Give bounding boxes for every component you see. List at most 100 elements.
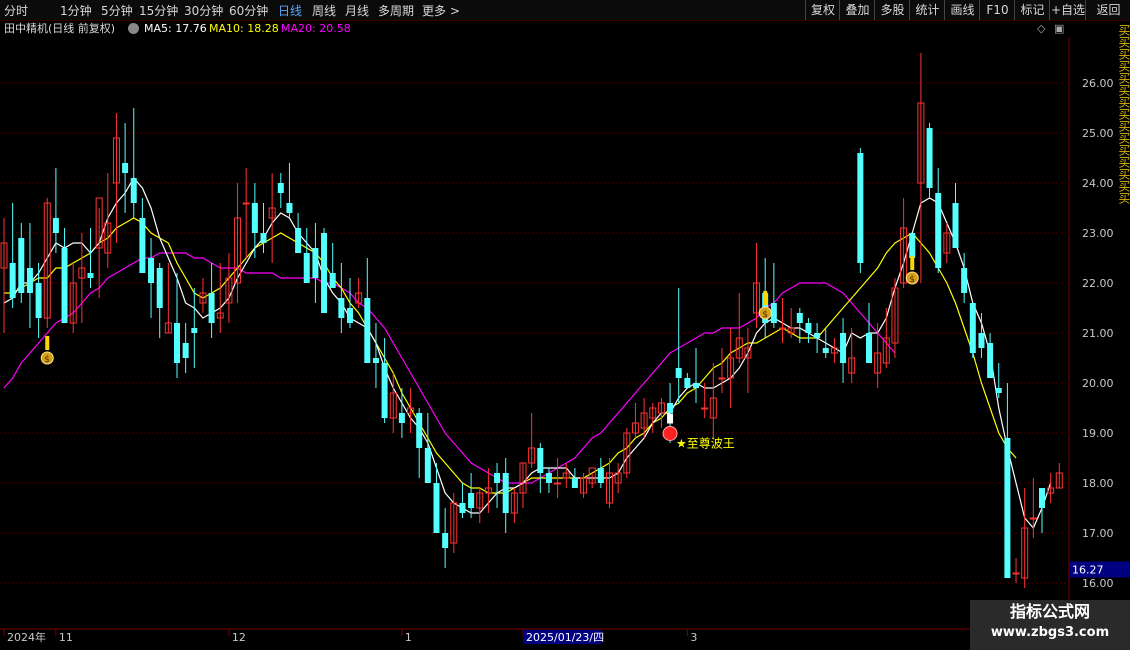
candle-body-down xyxy=(277,183,284,193)
candle-body-down xyxy=(381,363,388,418)
candle-body-down xyxy=(312,248,319,278)
buy-signal-label: ★至尊波王 xyxy=(676,436,735,451)
candle-body-down xyxy=(61,248,68,323)
candle-body-down xyxy=(295,228,302,253)
kline-svg: 16.00 17.00 18.00 19.00 20.00 21.00 22.00 23.00… xyxy=(0,38,1130,650)
period-tab-multi[interactable]: 多周期 xyxy=(378,2,414,19)
candle-body-down xyxy=(693,383,699,388)
date-label: 11 xyxy=(59,631,73,644)
candle-body-down xyxy=(597,468,604,483)
back-button[interactable]: 返回 xyxy=(1085,0,1130,20)
period-tab-fenshi[interactable]: 分时 xyxy=(4,2,28,19)
candle-body-up xyxy=(1012,572,1020,575)
diamond-icon[interactable]: ◇ xyxy=(1037,20,1045,38)
period-tab-weekly[interactable]: 周线 xyxy=(312,2,336,19)
candle-body-down xyxy=(814,333,821,338)
candle-body-down xyxy=(191,328,198,333)
candle-body-down xyxy=(926,128,933,188)
ma20-label: MA20: 20.58 xyxy=(281,22,351,35)
period-tab-15min[interactable]: 15分钟 xyxy=(139,2,178,19)
money-bag-symbol: $ xyxy=(762,310,768,320)
buy-signal-icon xyxy=(662,426,678,441)
candle-body-down xyxy=(822,348,829,353)
ma5-label: MA5: 17.76 xyxy=(144,22,207,35)
candle-body-down xyxy=(805,323,812,333)
period-tab-more[interactable]: 更多 > xyxy=(422,2,460,19)
candle-body-down xyxy=(433,483,440,533)
date-label: 12 xyxy=(232,631,246,644)
ma5-line xyxy=(3,176,1052,530)
signal-bar xyxy=(910,256,915,270)
candle-body-down xyxy=(424,448,431,483)
candle-body-down xyxy=(208,293,215,323)
candle-body-up xyxy=(779,327,786,330)
signal-bar xyxy=(763,291,768,305)
candle-body-down xyxy=(796,313,803,323)
candle-body-down xyxy=(866,333,872,363)
candle-body-down xyxy=(303,253,310,283)
period-tab-60min[interactable]: 60分钟 xyxy=(229,2,268,19)
period-tab-monthly[interactable]: 月线 xyxy=(345,2,369,19)
candle-body-down xyxy=(537,448,544,473)
candle-body-down xyxy=(9,263,16,298)
candle-body-down xyxy=(952,203,959,248)
candle-body-up xyxy=(1029,517,1037,520)
candle-body-up xyxy=(242,202,250,205)
mark-button[interactable]: 标记 xyxy=(1014,0,1050,20)
multi-stock-button[interactable]: 多股 xyxy=(874,0,910,20)
ma20-line xyxy=(3,252,896,484)
candle-body-down xyxy=(364,298,371,363)
candle-body-down xyxy=(251,203,258,233)
window-icon[interactable]: ▣ xyxy=(1054,20,1064,38)
candle-body-down xyxy=(182,343,189,358)
watermark: 指标公式网 www.zbgs3.com xyxy=(970,600,1130,650)
statistics-button[interactable]: 统计 xyxy=(909,0,945,20)
candle-body-down xyxy=(468,493,475,508)
draw-line-button[interactable]: 画线 xyxy=(944,0,980,20)
y-tick-label: 26.00 xyxy=(1082,77,1114,90)
add-watchlist-button[interactable]: +自选 xyxy=(1049,0,1086,20)
watermark-url: www.zbgs3.com xyxy=(990,625,1110,640)
watermark-title: 指标公式网 xyxy=(1009,602,1090,621)
y-tick-label: 20.00 xyxy=(1082,377,1114,390)
period-tab-1min[interactable]: 1分钟 xyxy=(60,2,92,19)
candle-body-down xyxy=(148,258,155,283)
candle-body-down xyxy=(502,473,509,513)
candle-body-up xyxy=(718,377,726,380)
candle-body-down xyxy=(398,413,405,423)
period-tab-daily[interactable]: 日线 xyxy=(278,2,302,19)
candle-body-up xyxy=(554,482,562,485)
period-tab-30min[interactable]: 30分钟 xyxy=(184,2,223,19)
candle-body-down xyxy=(675,368,682,378)
indicator-toggle-icon[interactable] xyxy=(128,23,139,34)
money-bag-symbol: $ xyxy=(44,355,50,365)
kline-chart[interactable]: 16.00 17.00 18.00 19.00 20.00 21.00 22.00 23.00… xyxy=(0,38,1130,650)
candle-body-down xyxy=(174,323,180,363)
candle-body-down xyxy=(139,218,146,273)
candle-body-down xyxy=(995,388,1002,393)
top-toolbar: 分时 1分钟 5分钟 15分钟 30分钟 60分钟 日线 周线 月线 多周期 更… xyxy=(0,0,1130,21)
candle-body-down xyxy=(857,153,864,263)
candle-body-down xyxy=(459,503,466,513)
candle-body-down xyxy=(545,473,552,483)
stock-title: 田中精机(日线 前复权) xyxy=(4,22,116,35)
restore-rights-button[interactable]: 复权 xyxy=(805,0,840,20)
candle-body-down xyxy=(909,233,916,258)
y-tick-label: 23.00 xyxy=(1082,227,1114,240)
candle-body-down xyxy=(372,358,379,363)
candle-body-down xyxy=(35,283,42,318)
f10-button[interactable]: F10 xyxy=(979,0,1015,20)
candle-body-down xyxy=(969,303,976,353)
candle-body-down xyxy=(770,303,777,323)
candle-body-down xyxy=(494,473,501,483)
period-tab-5min[interactable]: 5分钟 xyxy=(101,2,133,19)
candle-body-down xyxy=(260,233,267,243)
candle-body-down xyxy=(87,273,94,278)
ma10-label: MA10: 18.28 xyxy=(209,22,279,35)
candle-body-down xyxy=(684,378,691,388)
signal-bar xyxy=(45,336,50,350)
candle-body-down xyxy=(961,268,968,293)
date-label: 2025/01/23/四 xyxy=(526,631,604,644)
overlay-button[interactable]: 叠加 xyxy=(839,0,875,20)
date-label: 1 xyxy=(405,631,412,644)
